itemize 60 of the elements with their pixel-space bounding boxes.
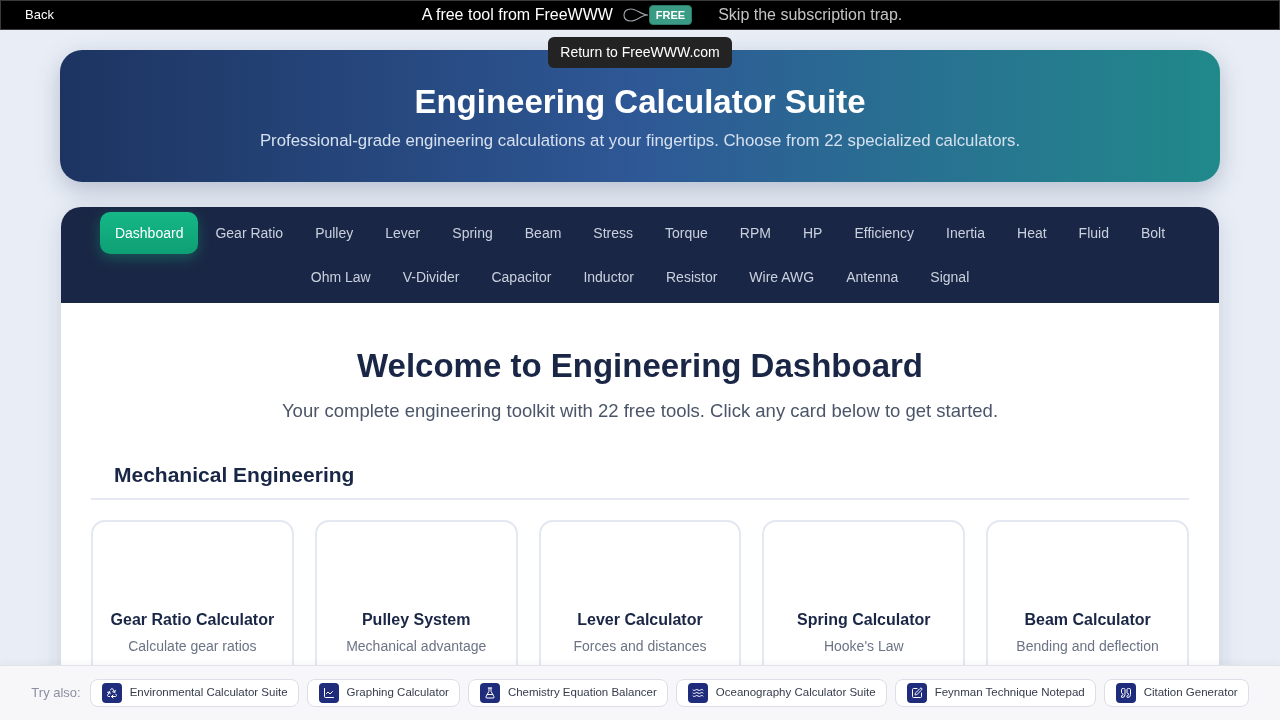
waves-icon (687, 683, 708, 703)
nav-tab[interactable]: Pulley (300, 212, 369, 254)
nav-tab[interactable]: Inertia (931, 212, 1000, 254)
card-description: Hooke's Law (823, 637, 904, 657)
calculator-card[interactable]: Lever Calculator Forces and distances (538, 520, 742, 665)
suggested-tool-link[interactable]: Citation Generator (1103, 679, 1249, 707)
nav-tab[interactable]: Heat (1002, 212, 1062, 254)
flask-icon (479, 683, 500, 703)
card-description: Calculate gear ratios (128, 637, 257, 657)
card-description: Bending and deflection (1016, 637, 1159, 657)
nav-tab[interactable]: Capacitor (476, 256, 567, 298)
calculator-card[interactable]: Gear Ratio Calculator Calculate gear ratios (91, 520, 294, 665)
quote-icon (1115, 683, 1136, 703)
suggested-tool-link[interactable]: Graphing Calculator (306, 679, 460, 707)
try-also-label: Try also: (31, 684, 81, 703)
nav-tab[interactable]: Torque (650, 212, 723, 254)
tagline-text: A free tool from FreeWWW (421, 5, 613, 25)
nav-tab[interactable]: Signal (915, 256, 985, 298)
nav-tab[interactable]: Gear Ratio (200, 212, 299, 254)
card-description: Forces and distances (573, 637, 707, 657)
card-title: Spring Calculator (797, 610, 931, 631)
nav-tab[interactable]: Fluid (1063, 212, 1124, 254)
section-heading: Mechanical Engineering (114, 462, 356, 488)
nav-tab[interactable]: Ohm Law (295, 256, 386, 298)
nav-tab[interactable]: RPM (724, 212, 786, 254)
tooltip: Return to FreeWWW.com (548, 37, 732, 68)
nav-tab[interactable]: Stress (578, 212, 649, 254)
header-subtitle: Professional-grade engineering calculations at your fingertips. Choose from 22 specialized calculators. (259, 130, 1021, 153)
tag-string-icon (622, 8, 649, 22)
card-title: Lever Calculator (577, 610, 703, 631)
nav-tab[interactable]: Resistor (651, 256, 733, 298)
header-title: Engineering Calculator Suite (414, 81, 866, 122)
card-description: Mechanical advantage (346, 637, 487, 657)
nav-tab[interactable]: Antenna (831, 256, 914, 298)
card-title: Gear Ratio Calculator (110, 610, 275, 631)
nav-tab[interactable]: V-Divider (387, 256, 475, 298)
slogan-text: Skip the subscription trap. (718, 5, 903, 25)
recycle-icon (101, 683, 122, 703)
nav-tab[interactable]: Spring (437, 212, 508, 254)
calculator-card[interactable]: Beam Calculator Bending and deflection (986, 520, 1189, 665)
calculator-card[interactable]: Spring Calculator Hooke's Law (762, 520, 966, 665)
nav-tab[interactable]: Efficiency (839, 212, 930, 254)
card-title: Pulley System (361, 610, 471, 631)
nav-tab[interactable]: Lever (370, 212, 436, 254)
calculator-card[interactable]: Pulley System Mechanical advantage (314, 520, 518, 665)
suggested-tool-link[interactable]: Oceanography Calculator Suite (675, 679, 887, 707)
card-title: Beam Calculator (1024, 610, 1151, 631)
suggested-tool-link[interactable]: Feynman Technique Notepad (894, 679, 1096, 707)
back-link[interactable]: Back (25, 5, 54, 25)
nav-tab[interactable]: Inductor (568, 256, 649, 298)
nav-tab[interactable]: HP (787, 212, 838, 254)
suggested-tool-link[interactable]: Chemistry Equation Balancer (467, 679, 668, 707)
line-chart-icon (318, 683, 339, 703)
nav-tab[interactable]: Bolt (1125, 212, 1181, 254)
suggested-tool-link[interactable]: Environmental Calculator Suite (89, 679, 299, 707)
welcome-title: Welcome to Engineering Dashboard (356, 346, 924, 386)
nav-tab[interactable]: Beam (509, 212, 577, 254)
nav-tab[interactable]: Wire AWG (734, 256, 830, 298)
welcome-subtitle: Your complete engineering toolkit with 22 free tools. Click any card below to get started. (280, 399, 1000, 424)
pen-square-icon (906, 683, 927, 703)
